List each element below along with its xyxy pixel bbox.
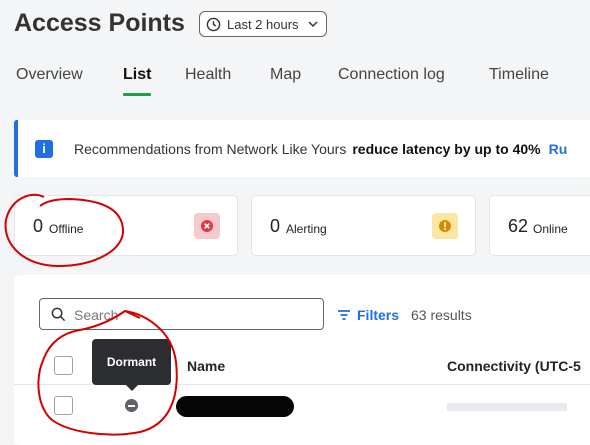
info-icon: i [35,140,53,158]
online-count: 62 [508,216,529,236]
banner-highlight: reduce latency by up to 40% [352,141,541,157]
offline-card[interactable]: 0 Offline [14,195,238,256]
tab-list[interactable]: List [123,66,152,96]
banner-text: Recommendations from Network Like Yours r… [74,141,567,157]
online-label: Online [533,222,568,236]
dormant-tooltip: Dormant [92,339,171,391]
tab-overview[interactable]: Overview [16,66,83,84]
offline-count: 0 [33,216,44,236]
results-count: 63 results [411,307,472,323]
time-range-dropdown[interactable]: Last 2 hours [199,11,327,37]
select-all-checkbox[interactable] [54,356,73,375]
clock-icon [206,17,221,31]
filters-button[interactable]: Filters [337,307,399,323]
chevron-down-icon [308,21,318,28]
recommendation-banner: i Recommendations from Network Like Your… [14,120,590,177]
connectivity-bar [447,403,567,411]
row-checkbox[interactable] [54,396,73,415]
search-input[interactable]: Search [39,298,324,330]
alert-circle-icon [432,213,458,239]
x-circle-icon [194,213,220,239]
time-range-label: Last 2 hours [227,16,299,32]
tab-map[interactable]: Map [270,66,301,84]
column-header-name[interactable]: Name [187,358,225,374]
alerting-card[interactable]: 0 Alerting [251,195,476,256]
dormant-icon[interactable] [125,399,138,412]
tab-bar: Overview List Health Map Connection log … [0,66,590,96]
alerting-label: Alerting [286,222,327,236]
alerting-count: 0 [270,216,281,236]
redacted-name [176,396,294,417]
tab-health[interactable]: Health [185,66,231,84]
tab-connection-log[interactable]: Connection log [338,66,445,84]
search-icon [51,307,66,322]
search-placeholder: Search [74,307,119,323]
page-title: Access Points [14,9,185,37]
tab-timeline[interactable]: Timeline [489,66,549,84]
filter-icon [338,310,350,320]
offline-label: Offline [49,222,84,236]
banner-message: Recommendations from Network Like Yours [74,141,347,157]
online-card[interactable]: 62 Online [489,195,590,256]
banner-link[interactable]: Ru [549,141,568,157]
filters-label: Filters [357,307,400,323]
column-header-connectivity[interactable]: Connectivity (UTC-5 [447,358,581,374]
